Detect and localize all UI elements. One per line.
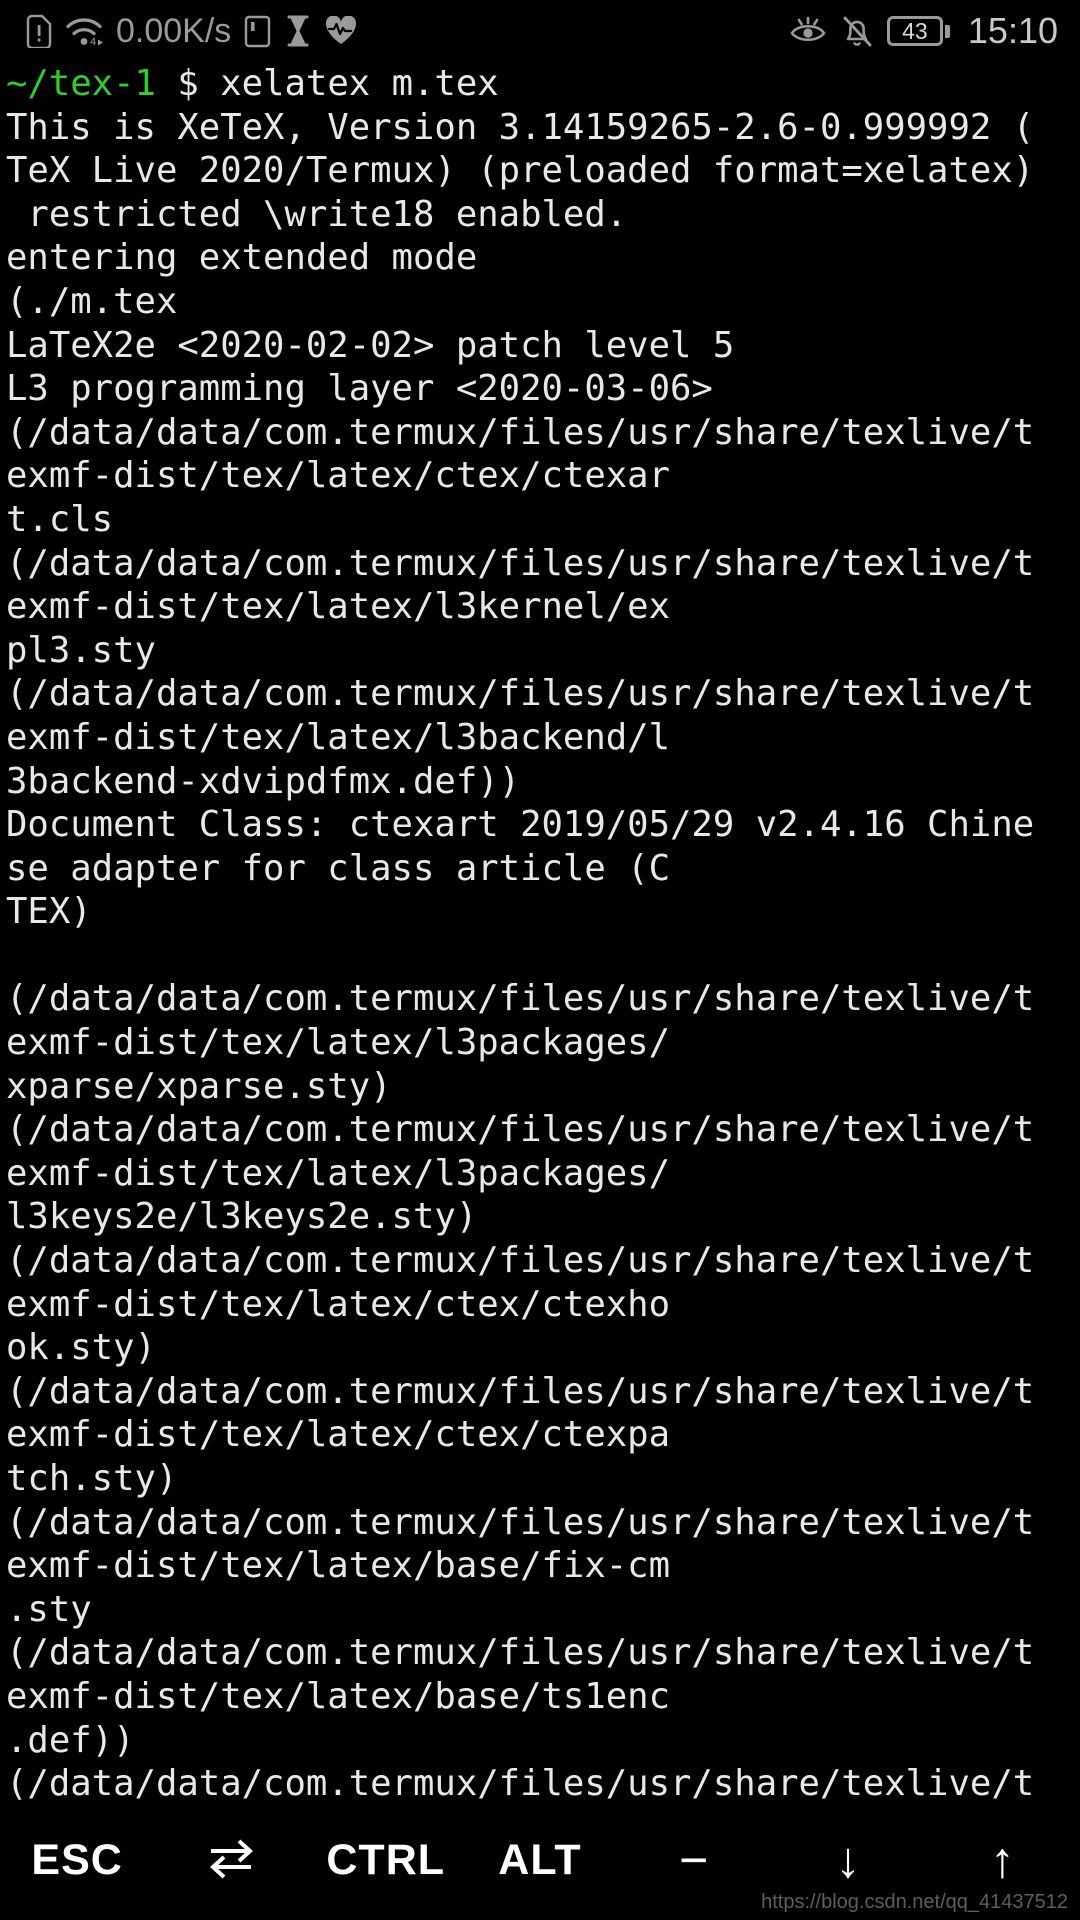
- terminal-line: se adapter for class article (C: [6, 847, 671, 889]
- alt-key-button[interactable]: ALT: [463, 1800, 617, 1920]
- terminal-line: restricted \write18 enabled.: [6, 193, 628, 235]
- terminal-extra-keys-row[interactable]: ESC CTRL ALT − ↓ ↑ https://blog.csdn.net…: [0, 1800, 1080, 1920]
- terminal-line: pl3.sty: [6, 629, 156, 671]
- wifi-icon: 4: [65, 14, 103, 48]
- esc-key-button[interactable]: ESC: [0, 1800, 154, 1920]
- status-bar: 4 0.00K/s 43 15:10: [0, 0, 1080, 62]
- sim-card-alert-icon: [26, 14, 52, 48]
- terminal-output-area[interactable]: ~/tex-1 $ xelatex m.tex This is XeTeX, V…: [0, 62, 1080, 1800]
- terminal-line: (/data/data/com.termux/files/usr/share/t…: [6, 1240, 1035, 1282]
- terminal-line: exmf-dist/tex/latex/ctex/ctexar: [6, 455, 671, 497]
- terminal-line: exmf-dist/tex/latex/l3backend/l: [6, 716, 671, 758]
- heart-rate-icon: [325, 16, 357, 46]
- notifications-off-icon: [841, 15, 873, 48]
- terminal-line: (/data/data/com.termux/files/usr/share/t…: [6, 673, 1035, 715]
- network-speed-label: 0.00K/s: [116, 11, 232, 50]
- status-bar-clock: 15:10: [967, 10, 1058, 51]
- terminal-line: tch.sty): [6, 1458, 178, 1499]
- terminal-line: (/data/data/com.termux/files/usr/share/t…: [6, 1632, 1035, 1674]
- svg-text:4: 4: [90, 37, 96, 48]
- prompt-path: ~/tex-1: [6, 63, 156, 104]
- terminal-log-lines: This is XeTeX, Version 3.14159265-2.6-0.…: [6, 106, 1080, 1800]
- terminal-line: L3 programming layer <2020-03-06>: [6, 368, 713, 410]
- eye-comfort-icon: [789, 16, 827, 46]
- minus-key-button[interactable]: −: [617, 1800, 771, 1920]
- terminal-line: t.cls: [6, 498, 114, 540]
- terminal-line: This is XeTeX, Version 3.14159265-2.6-0.…: [6, 106, 1035, 148]
- terminal-line: (/data/data/com.termux/files/usr/share/t…: [6, 1763, 1035, 1800]
- terminal-line: (/data/data/com.termux/files/usr/share/t…: [6, 542, 1035, 584]
- battery-body: 43: [886, 16, 943, 46]
- prompt-symbol-and-command: $ xelatex m.tex: [156, 63, 499, 104]
- battery-tip: [944, 24, 950, 38]
- terminal-line: exmf-dist/tex/latex/l3kernel/ex: [6, 586, 671, 628]
- terminal-line: (/data/data/com.termux/files/usr/share/t…: [6, 1370, 1035, 1412]
- terminal-line: (/data/data/com.termux/files/usr/share/t…: [6, 411, 1035, 453]
- terminal-line: exmf-dist/tex/latex/ctex/ctexpa: [6, 1414, 671, 1456]
- tab-key-icon: [203, 1834, 259, 1886]
- battery-level-label: 43: [902, 17, 928, 44]
- terminal-line: LaTeX2e <2020-02-02> patch level 5: [6, 324, 735, 366]
- tab-key-button[interactable]: [154, 1800, 308, 1920]
- terminal-line: exmf-dist/tex/latex/l3packages/: [6, 1152, 671, 1194]
- ctrl-key-button[interactable]: CTRL: [309, 1800, 463, 1920]
- terminal-line: Document Class: ctexart 2019/05/29 v2.4.…: [6, 804, 1035, 846]
- terminal-line: TEX): [6, 891, 92, 933]
- hourglass-icon: [284, 14, 312, 48]
- terminal-line: 3backend-xdvipdfmx.def)): [6, 760, 521, 802]
- status-bar-right-group: 43 15:10: [789, 10, 1058, 52]
- terminal-line: exmf-dist/tex/latex/base/fix-cm: [6, 1545, 671, 1587]
- terminal-line: (/data/data/com.termux/files/usr/share/t…: [6, 978, 1035, 1020]
- terminal-line: ok.sty): [6, 1327, 156, 1369]
- terminal-line: (./m.tex: [6, 280, 178, 322]
- terminal-line: entering extended mode: [6, 237, 478, 279]
- terminal-line: l3keys2e/l3keys2e.sty): [6, 1196, 478, 1238]
- terminal-line: exmf-dist/tex/latex/l3packages/: [6, 1022, 671, 1064]
- sd-card-icon: [244, 15, 271, 48]
- prompt-symbol: $: [177, 63, 199, 104]
- terminal-line: (/data/data/com.termux/files/usr/share/t…: [6, 1109, 1035, 1151]
- battery-icon: 43: [886, 16, 950, 46]
- terminal-line: (/data/data/com.termux/files/usr/share/t…: [6, 1501, 1035, 1543]
- terminal-line: xparse/xparse.sty): [6, 1065, 392, 1107]
- terminal-prompt-line: ~/tex-1 $ xelatex m.tex: [6, 62, 1080, 106]
- terminal-line: .def)): [6, 1719, 135, 1761]
- terminal-line: exmf-dist/tex/latex/base/ts1enc: [6, 1675, 671, 1717]
- terminal-line: TeX Live 2020/Termux) (preloaded format=…: [6, 150, 1035, 192]
- prompt-command: xelatex m.tex: [220, 63, 499, 104]
- watermark-label: https://blog.csdn.net/qq_41437512: [761, 1891, 1068, 1913]
- terminal-line: .sty: [6, 1588, 92, 1630]
- status-bar-left-group: 4 0.00K/s: [26, 12, 357, 51]
- terminal-line: exmf-dist/tex/latex/ctex/ctexho: [6, 1283, 671, 1325]
